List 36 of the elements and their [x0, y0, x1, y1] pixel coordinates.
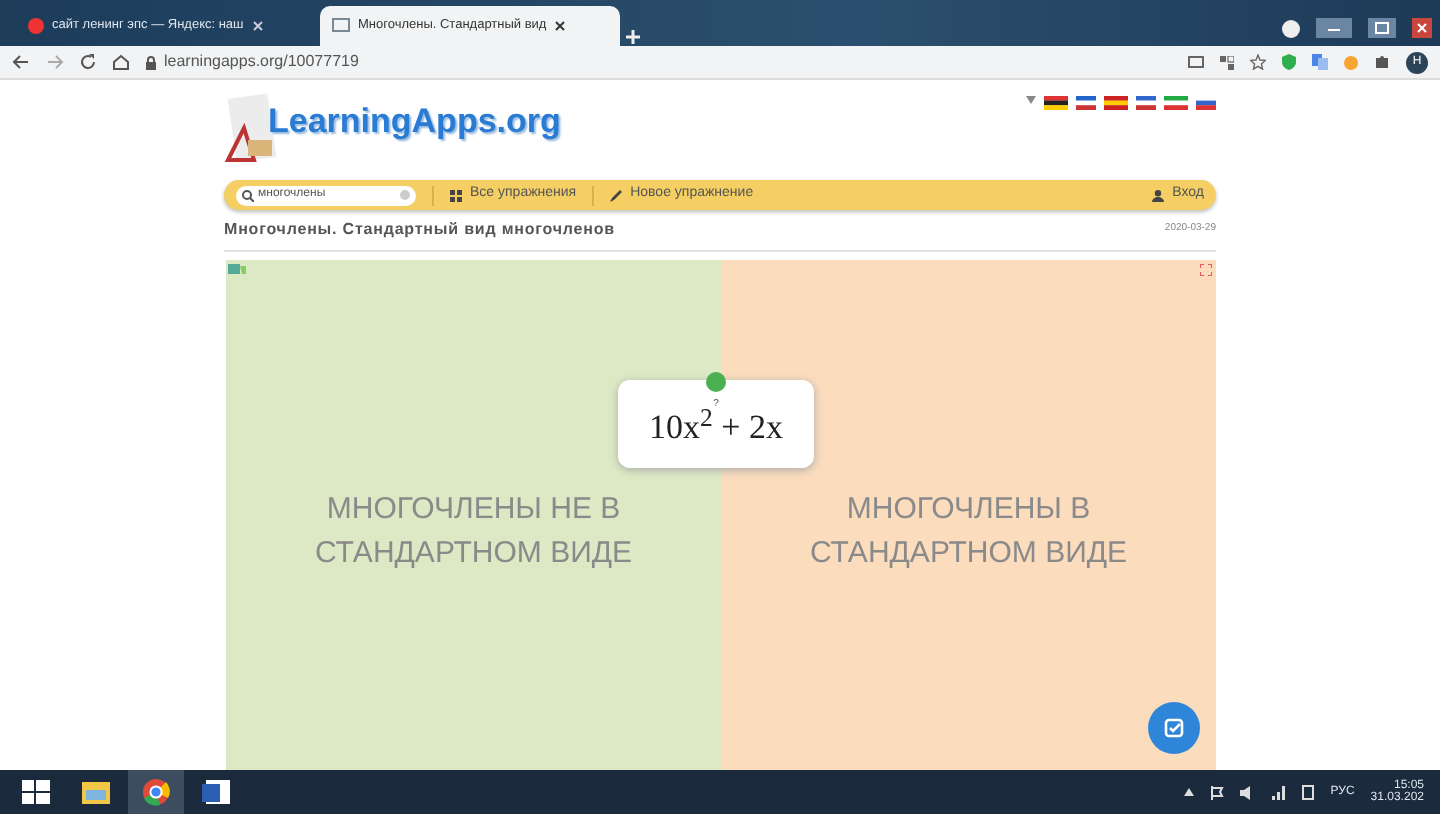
document-icon	[200, 778, 232, 806]
user-icon	[1152, 189, 1165, 201]
new-tab-icon[interactable]	[624, 28, 642, 46]
fullscreen-icon[interactable]	[1200, 264, 1212, 276]
back-icon[interactable]	[12, 54, 30, 70]
maximize-icon[interactable]	[1368, 18, 1396, 38]
exercise-title: Многочлены. Стандартный вид многочленов	[224, 218, 615, 242]
flag-icon[interactable]	[1164, 96, 1188, 110]
qr-code-icon[interactable]	[1220, 55, 1234, 69]
close-icon[interactable]	[554, 20, 567, 32]
search-icon	[242, 189, 254, 201]
lock-icon	[146, 55, 156, 69]
shield-icon[interactable]	[1282, 54, 1296, 70]
taskbar-button[interactable]	[128, 770, 184, 814]
flag-icon[interactable]	[1076, 96, 1096, 110]
home-icon[interactable]	[112, 54, 130, 70]
pencil-icon	[610, 189, 623, 201]
caret-icon[interactable]	[1184, 788, 1195, 796]
page-icon	[332, 18, 350, 34]
battery-icon[interactable]	[1302, 784, 1315, 800]
logo[interactable]: LearningApps.org	[268, 96, 561, 148]
flag-icon[interactable]	[1210, 785, 1225, 799]
flag-icon[interactable]	[1044, 96, 1068, 110]
star-icon[interactable]	[1250, 54, 1266, 70]
signal-icon[interactable]	[1272, 785, 1287, 799]
flag-icon[interactable]	[1136, 96, 1156, 110]
folder-icon	[80, 778, 112, 806]
drag-handle-icon	[706, 372, 726, 392]
windows-logo-icon	[20, 778, 52, 806]
minimize-icon[interactable]	[1316, 18, 1352, 38]
reload-icon[interactable]	[80, 54, 96, 70]
check-icon	[1164, 718, 1184, 738]
grid-icon	[450, 189, 462, 201]
browser-icon	[140, 778, 172, 806]
flag-icon[interactable]	[1196, 96, 1216, 110]
address-bar[interactable]: learningapps.org/10077719	[146, 50, 1026, 74]
